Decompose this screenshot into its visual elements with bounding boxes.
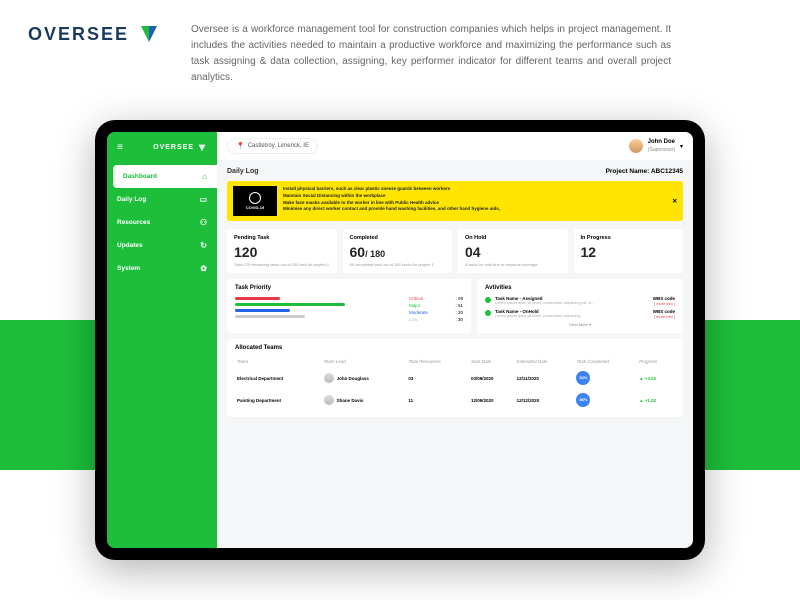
covid-alert: COVID-19 Install physical barriers, such… [227,181,683,221]
stat-completed[interactable]: Completed 60/ 180 60 completed task out … [343,229,453,273]
tablet-frame: ≡ OVERSEE Dashboard⌂ Daily Log▭ Resource… [95,120,705,560]
user-name: John Doe [648,139,675,146]
sidebar-item-dashboard[interactable]: Dashboard⌂ [113,165,217,188]
pin-icon: 📍 [236,142,245,150]
hero-logo: OVERSEE [28,22,161,46]
sidebar-item-system[interactable]: System✿ [107,257,217,280]
calendar-icon: ▭ [199,195,207,204]
activity-item[interactable]: Task Name - OnHoldWBS code Lorem ipsum d… [485,309,675,319]
project-name: Project Name: ABC12345 [606,168,683,175]
topbar: 📍 Castletroy, Limerick, IE John Doe (Sup… [217,132,693,160]
table-row[interactable]: Electrical Department John Douglass 03 0… [235,367,675,389]
location-text: Castletroy, Limerick, IE [248,143,309,149]
activities-card: Avtivities Task Name - AssignedWBS code … [477,279,683,333]
sidebar: ≡ OVERSEE Dashboard⌂ Daily Log▭ Resource… [107,132,217,548]
hero-description: Oversee is a workforce management tool f… [191,22,671,86]
view-more-link[interactable]: View More ▾ [485,322,675,327]
menu-icon[interactable]: ≡ [117,142,123,153]
section-title: Daily Log [227,168,259,175]
brand-mark-icon [137,22,161,46]
sidebar-item-daily-log[interactable]: Daily Log▭ [107,188,217,211]
avatar [629,139,643,153]
alert-messages: Install physical barriers, such as clear… [283,186,500,213]
location-pill[interactable]: 📍 Castletroy, Limerick, IE [227,138,318,154]
gear-icon: ✿ [200,264,207,273]
stat-on-hold[interactable]: On Hold 04 4 tasks on hold due to resour… [458,229,568,273]
avatar [324,395,334,405]
people-icon: ⚇ [200,218,207,227]
task-priority-card: Task Priority Critical: 09 Major: 61 [227,279,471,333]
home-icon: ⌂ [202,172,207,181]
refresh-icon: ↻ [200,241,207,250]
user-role: (Supervisor) [648,147,675,153]
sidebar-item-updates[interactable]: Updates↻ [107,234,217,257]
activity-item[interactable]: Task Name - AssignedWBS code Lorem ipsum… [485,296,675,306]
avatar [324,373,334,383]
allocated-teams-card: Allocated Teams TeamTeam LeadTotal Resou… [227,339,683,417]
user-menu[interactable]: John Doe (Supervisor) ▾ [629,139,683,153]
brand-text: OVERSEE [28,24,129,45]
close-icon[interactable]: × [672,197,677,206]
app-screen: ≡ OVERSEE Dashboard⌂ Daily Log▭ Resource… [107,132,693,548]
stat-in-progress[interactable]: In Progress 12 [574,229,684,273]
chevron-down-icon: ▾ [680,143,683,150]
app-brand: OVERSEE [153,143,207,153]
table-row[interactable]: Painting Department Shane Davis 11 12/09… [235,389,675,411]
covid-badge: COVID-19 [233,186,277,216]
stat-pending[interactable]: Pending Task 120 Total 120 remaining tas… [227,229,337,273]
sidebar-item-resources[interactable]: Resources⚇ [107,211,217,234]
